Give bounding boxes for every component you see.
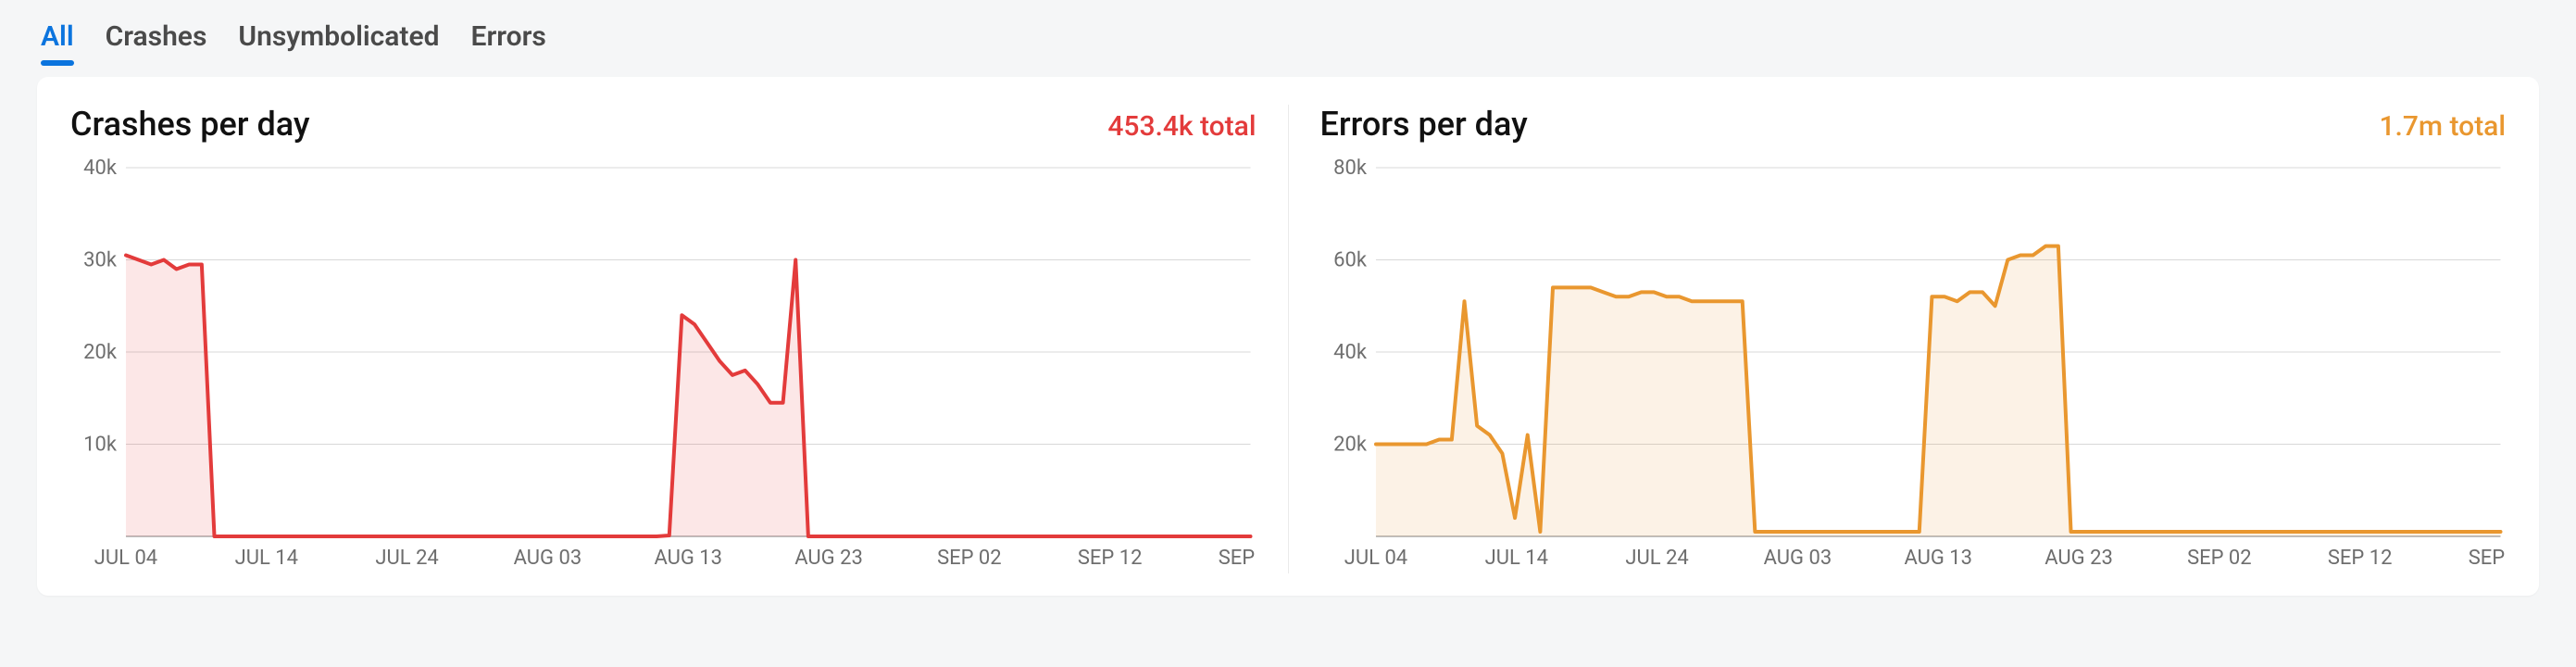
errors-chart-svg: 20k 40k 60k 80k JUL 04 JUL 14 JUL 24 AUG 03 AUG … [1320,149,2507,573]
errors-header: Errors per day 1.7m total [1320,105,2507,144]
svg-text:AUG 03: AUG 03 [1763,547,1832,570]
svg-text:SEP 12: SEP 12 [1078,547,1143,570]
tab-unsymbolicated[interactable]: Unsymbolicated [238,20,439,53]
svg-text:SEP 02: SEP 02 [937,547,1002,570]
svg-text:40k: 40k [83,157,118,180]
crashes-title: Crashes per day [70,105,310,144]
svg-text:JUL 04: JUL 04 [94,547,157,570]
svg-text:SEP 12: SEP 12 [2327,547,2392,570]
svg-text:30k: 30k [83,248,118,271]
crashes-chart: 10k 20k 30k 40k JUL 04 JUL 14 JUL 24 AUG 03 AUG … [70,149,1257,573]
errors-chart: 20k 40k 60k 80k JUL 04 JUL 14 JUL 24 AUG 03 AUG … [1320,149,2507,573]
diagnostics-dashboard: All Crashes Unsymbolicated Errors Crashe… [0,0,2576,667]
crashes-total: 453.4k total [1107,110,1256,143]
errors-total: 1.7m total [2380,110,2507,143]
errors-panel: Errors per day 1.7m total 20k 40k 60k 80k JU… [1320,105,2507,573]
svg-text:SEP 02: SEP 02 [2187,547,2252,570]
svg-text:AUG 23: AUG 23 [794,547,863,570]
tab-crashes[interactable]: Crashes [106,20,207,53]
svg-text:AUG 03: AUG 03 [514,547,582,570]
svg-text:AUG 13: AUG 13 [1904,547,1972,570]
svg-text:JUL 14: JUL 14 [1484,547,1547,570]
svg-text:80k: 80k [1333,157,1368,180]
svg-text:20k: 20k [83,341,118,364]
panel-divider [1288,105,1289,573]
svg-text:AUG 23: AUG 23 [2045,547,2113,570]
svg-text:60k: 60k [1333,248,1368,271]
svg-text:20k: 20k [1333,433,1368,456]
charts-card: Crashes per day 453.4k total 10k 20k 30k 40… [37,77,2539,596]
svg-text:SEP 22: SEP 22 [2468,547,2506,570]
filter-tabs: All Crashes Unsymbolicated Errors [37,20,2539,77]
svg-text:JUL 14: JUL 14 [235,547,298,570]
crashes-panel: Crashes per day 453.4k total 10k 20k 30k 40… [70,105,1257,573]
tab-all[interactable]: All [41,20,74,53]
svg-text:JUL 24: JUL 24 [375,547,438,570]
svg-text:10k: 10k [83,433,118,456]
svg-text:JUL 24: JUL 24 [1625,547,1688,570]
crashes-header: Crashes per day 453.4k total [70,105,1257,144]
svg-text:SEP 22: SEP 22 [1219,547,1257,570]
errors-title: Errors per day [1320,105,1528,144]
svg-text:JUL 04: JUL 04 [1344,547,1407,570]
svg-text:AUG 13: AUG 13 [654,547,722,570]
tab-errors[interactable]: Errors [471,20,546,53]
svg-text:40k: 40k [1333,341,1368,364]
crashes-chart-svg: 10k 20k 30k 40k JUL 04 JUL 14 JUL 24 AUG 03 AUG … [70,149,1257,573]
